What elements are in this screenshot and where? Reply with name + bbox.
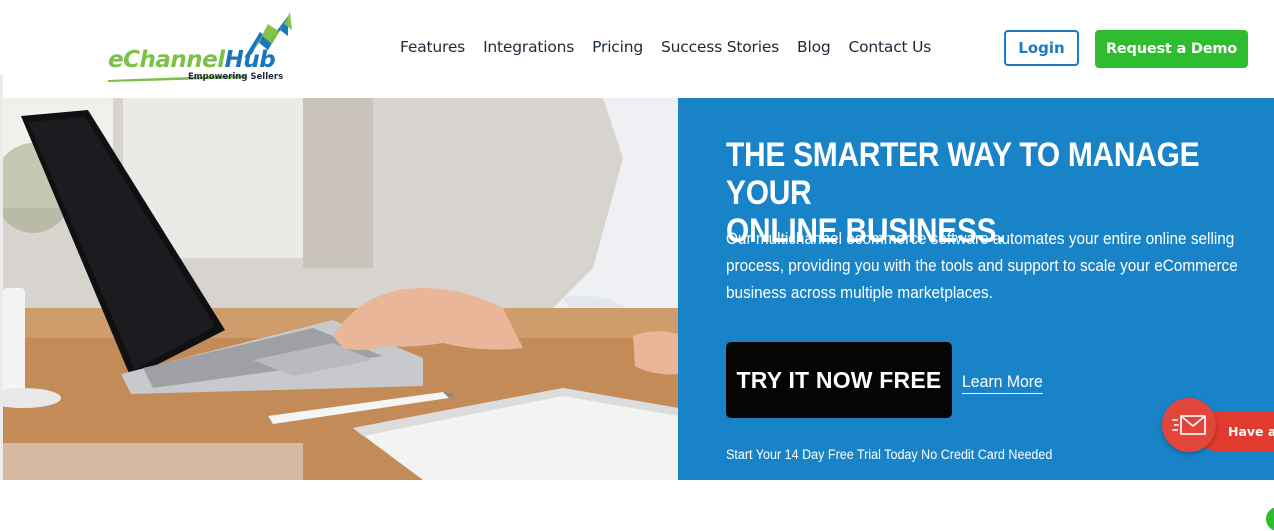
- chat-widget-button[interactable]: [1162, 398, 1216, 452]
- nav-features[interactable]: Features: [400, 38, 465, 56]
- site-header: eChannelHub Empowering Sellers Features …: [0, 0, 1274, 98]
- request-demo-button[interactable]: Request a Demo: [1095, 30, 1248, 68]
- envelope-icon: [1172, 415, 1206, 435]
- nav-blog[interactable]: Blog: [797, 38, 831, 56]
- logo-tagline: Empowering Sellers: [188, 72, 284, 82]
- trial-note: Start Your 14 Day Free Trial Today No Cr…: [726, 447, 1053, 462]
- main-nav: Features Integrations Pricing Success St…: [400, 38, 949, 56]
- nav-success-stories[interactable]: Success Stories: [661, 38, 779, 56]
- try-it-now-free-button[interactable]: TRY IT NOW FREE: [726, 342, 952, 418]
- corner-widget[interactable]: [1266, 507, 1274, 531]
- chat-widget-label: Have a question?: [1228, 423, 1274, 439]
- nav-integrations[interactable]: Integrations: [483, 38, 574, 56]
- hero-laptop-photo: [3, 98, 678, 480]
- nav-pricing[interactable]: Pricing: [592, 38, 643, 56]
- hero-title-line1: THE SMARTER WAY TO MANAGE YOUR: [726, 136, 1200, 212]
- echannelhub-logo[interactable]: eChannelHub Empowering Sellers: [106, 10, 301, 85]
- nav-contact-us[interactable]: Contact Us: [849, 38, 932, 56]
- logo-wordmark: eChannelHub: [108, 47, 276, 73]
- learn-more-link[interactable]: Learn More: [962, 372, 1043, 394]
- login-button[interactable]: Login: [1004, 30, 1079, 66]
- hero-description: Our multichannel ecommerce software auto…: [726, 230, 1238, 302]
